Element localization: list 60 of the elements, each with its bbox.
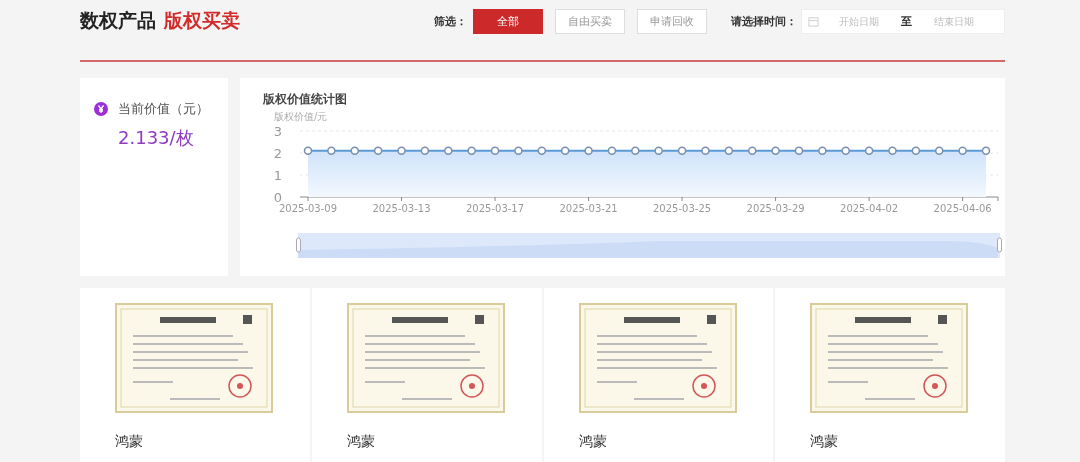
product-name: 鸿蒙 — [115, 433, 144, 451]
axis-tick-label: 2025-03-17 — [465, 203, 525, 214]
axis-title: 版权价值/元 — [274, 111, 328, 122]
page-subtitle: 版权买卖 — [164, 8, 240, 33]
filter-button[interactable]: 申请回收 — [637, 8, 707, 34]
data-point — [303, 146, 313, 156]
data-point — [631, 146, 640, 156]
data-point — [888, 146, 897, 156]
date-label: 请选择时间： — [731, 13, 797, 29]
calendar-icon — [808, 15, 819, 27]
page-title: 数权产品 — [80, 8, 156, 33]
data-point — [841, 146, 850, 156]
data-point — [724, 146, 734, 156]
product-name: 鸿蒙 — [810, 433, 840, 451]
data-point — [958, 146, 967, 156]
filter-button[interactable]: 自由买卖 — [555, 8, 625, 34]
data-point — [701, 146, 710, 156]
axis-tick-label: 2025-03-13 — [372, 203, 431, 214]
data-point — [981, 146, 991, 156]
axis-tick-label: 1 — [273, 168, 282, 183]
axis-tick-label: 2025-03-09 — [278, 203, 338, 214]
data-point — [560, 146, 570, 156]
data-point — [607, 146, 617, 156]
data-point — [467, 146, 476, 156]
data-point — [677, 146, 687, 156]
axis-tick-label: 2025-03-21 — [559, 203, 618, 214]
value-amount: 2.133/枚 — [118, 126, 195, 150]
data-point — [935, 146, 944, 156]
data-point — [514, 146, 523, 156]
yen-icon — [94, 102, 108, 116]
axis-tick-label: 2025-03-29 — [746, 203, 805, 214]
data-point — [327, 146, 336, 156]
data-point — [794, 146, 804, 156]
date-separator: 至 — [901, 13, 912, 29]
data-point — [490, 146, 500, 156]
product-name: 鸿蒙 — [346, 433, 376, 451]
value-label: 当前价值（元） — [118, 100, 209, 118]
filter-button[interactable]: 全部 — [473, 8, 543, 34]
data-point — [771, 146, 780, 156]
axis-tick-label: 2025-04-02 — [840, 203, 899, 214]
data-point — [654, 146, 663, 156]
data-point — [537, 146, 547, 156]
filter-label: 筛选： — [434, 13, 467, 29]
data-point — [584, 146, 593, 156]
data-point — [397, 146, 406, 156]
data-point — [747, 146, 757, 156]
axis-tick-label: 2025-03-25 — [653, 203, 712, 214]
data-point — [818, 146, 827, 156]
axis-tick-label: 3 — [273, 124, 282, 139]
data-point — [350, 146, 359, 156]
axis-tick-label: 2025-04-06 — [933, 203, 992, 214]
chart-title: 版权价值统计图 — [262, 91, 348, 108]
axis-tick-label: 0 — [273, 190, 282, 205]
product-name: 鸿蒙 — [578, 433, 608, 451]
axis-tick-label: 2 — [273, 146, 282, 161]
data-point — [864, 146, 874, 156]
data-point — [420, 146, 430, 156]
data-point — [373, 146, 383, 156]
data-point — [444, 146, 453, 156]
data-point — [911, 146, 921, 156]
